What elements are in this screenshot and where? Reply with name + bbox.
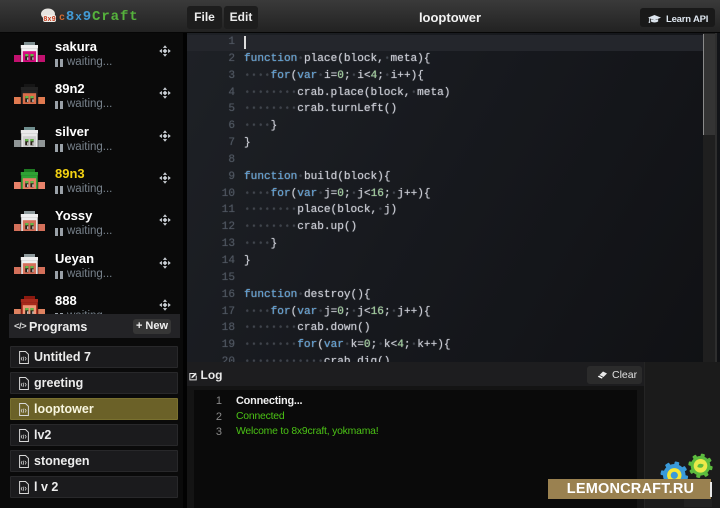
svg-text:8x9: 8x9 xyxy=(43,16,56,24)
